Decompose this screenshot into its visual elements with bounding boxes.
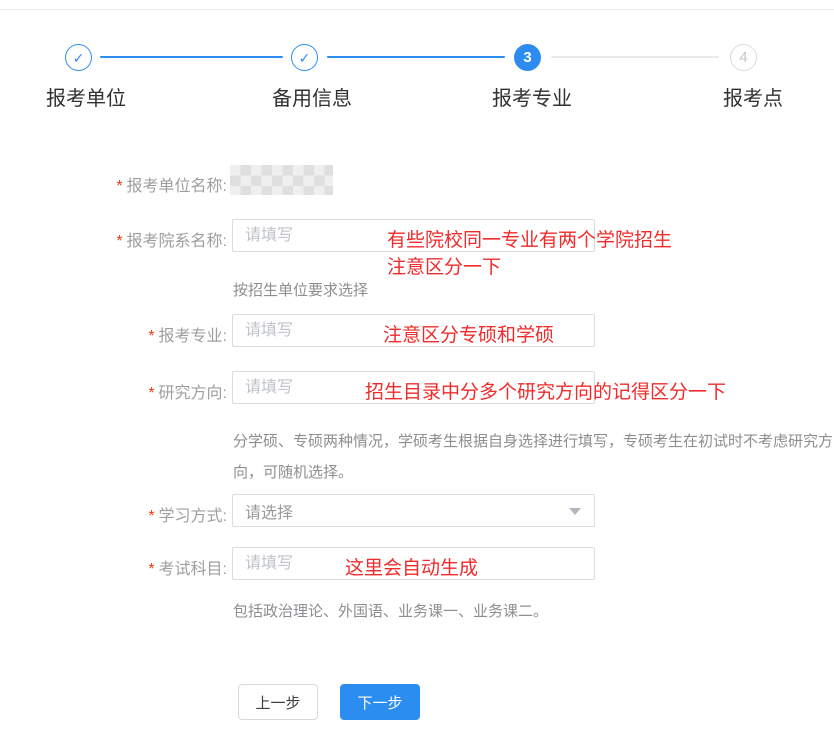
step-4-number-badge: 4 (730, 44, 757, 71)
step-connector-2-3 (327, 56, 505, 58)
exam-subjects-annotation: 这里会自动生成 (345, 553, 478, 580)
required-asterisk: * (116, 178, 122, 195)
chevron-down-icon (569, 508, 581, 515)
required-asterisk: * (148, 561, 154, 578)
exam-subjects-helper-text: 包括政治理论、外国语、业务课一、业务课二。 (233, 600, 548, 621)
required-asterisk: * (148, 328, 154, 345)
required-asterisk: * (148, 508, 154, 525)
check-icon: ✓ (73, 51, 85, 65)
unit-name-label: *报考单位名称: (0, 172, 227, 196)
previous-step-button[interactable]: 上一步 (238, 684, 318, 720)
research-direction-label: *研究方向: (0, 379, 227, 403)
step-2-check-icon: ✓ (291, 44, 318, 71)
study-mode-label: *学习方式: (0, 502, 227, 526)
step-3-number-badge: 3 (514, 44, 541, 71)
department-label: *报考院系名称: (0, 227, 227, 251)
step-4-number: 4 (739, 50, 747, 65)
required-asterisk: * (148, 385, 154, 402)
step-connector-3-4 (551, 56, 719, 58)
research-direction-helper-text: 分学硕、专硕两种情况，学硕考生根据自身选择进行填写，专硕考生在初试时不考虑研究方… (233, 426, 834, 488)
check-icon: ✓ (299, 51, 311, 65)
step-1-label: 报考单位 (46, 82, 126, 111)
step-1-check-icon: ✓ (65, 44, 92, 71)
application-form-page: ✓ ✓ 3 4 报考单位 备用信息 报考专业 报考点 *报考单位名称: *报考院… (0, 0, 834, 747)
major-annotation: 注意区分专硕和学硕 (383, 320, 554, 347)
exam-subjects-label: *考试科目: (0, 555, 227, 579)
step-4-label: 报考点 (723, 82, 783, 111)
top-divider (0, 9, 834, 10)
department-annotation-line1: 有些院校同一专业有两个学院招生 (387, 225, 672, 252)
step-3-label: 报考专业 (492, 82, 572, 111)
required-asterisk: * (116, 233, 122, 250)
study-mode-selected-value: 请选择 (245, 499, 293, 523)
step-2-label: 备用信息 (272, 82, 352, 111)
step-3-number: 3 (523, 50, 531, 65)
research-direction-annotation: 招生目录中分多个研究方向的记得区分一下 (365, 377, 726, 404)
next-step-button[interactable]: 下一步 (340, 684, 420, 720)
study-mode-select[interactable]: 请选择 (232, 494, 595, 527)
step-connector-1-2 (100, 56, 283, 58)
unit-name-redacted-value (230, 165, 333, 195)
major-label: *报考专业: (0, 322, 227, 346)
department-annotation-line2: 注意区分一下 (387, 252, 501, 279)
department-helper-text: 按招生单位要求选择 (233, 279, 368, 300)
